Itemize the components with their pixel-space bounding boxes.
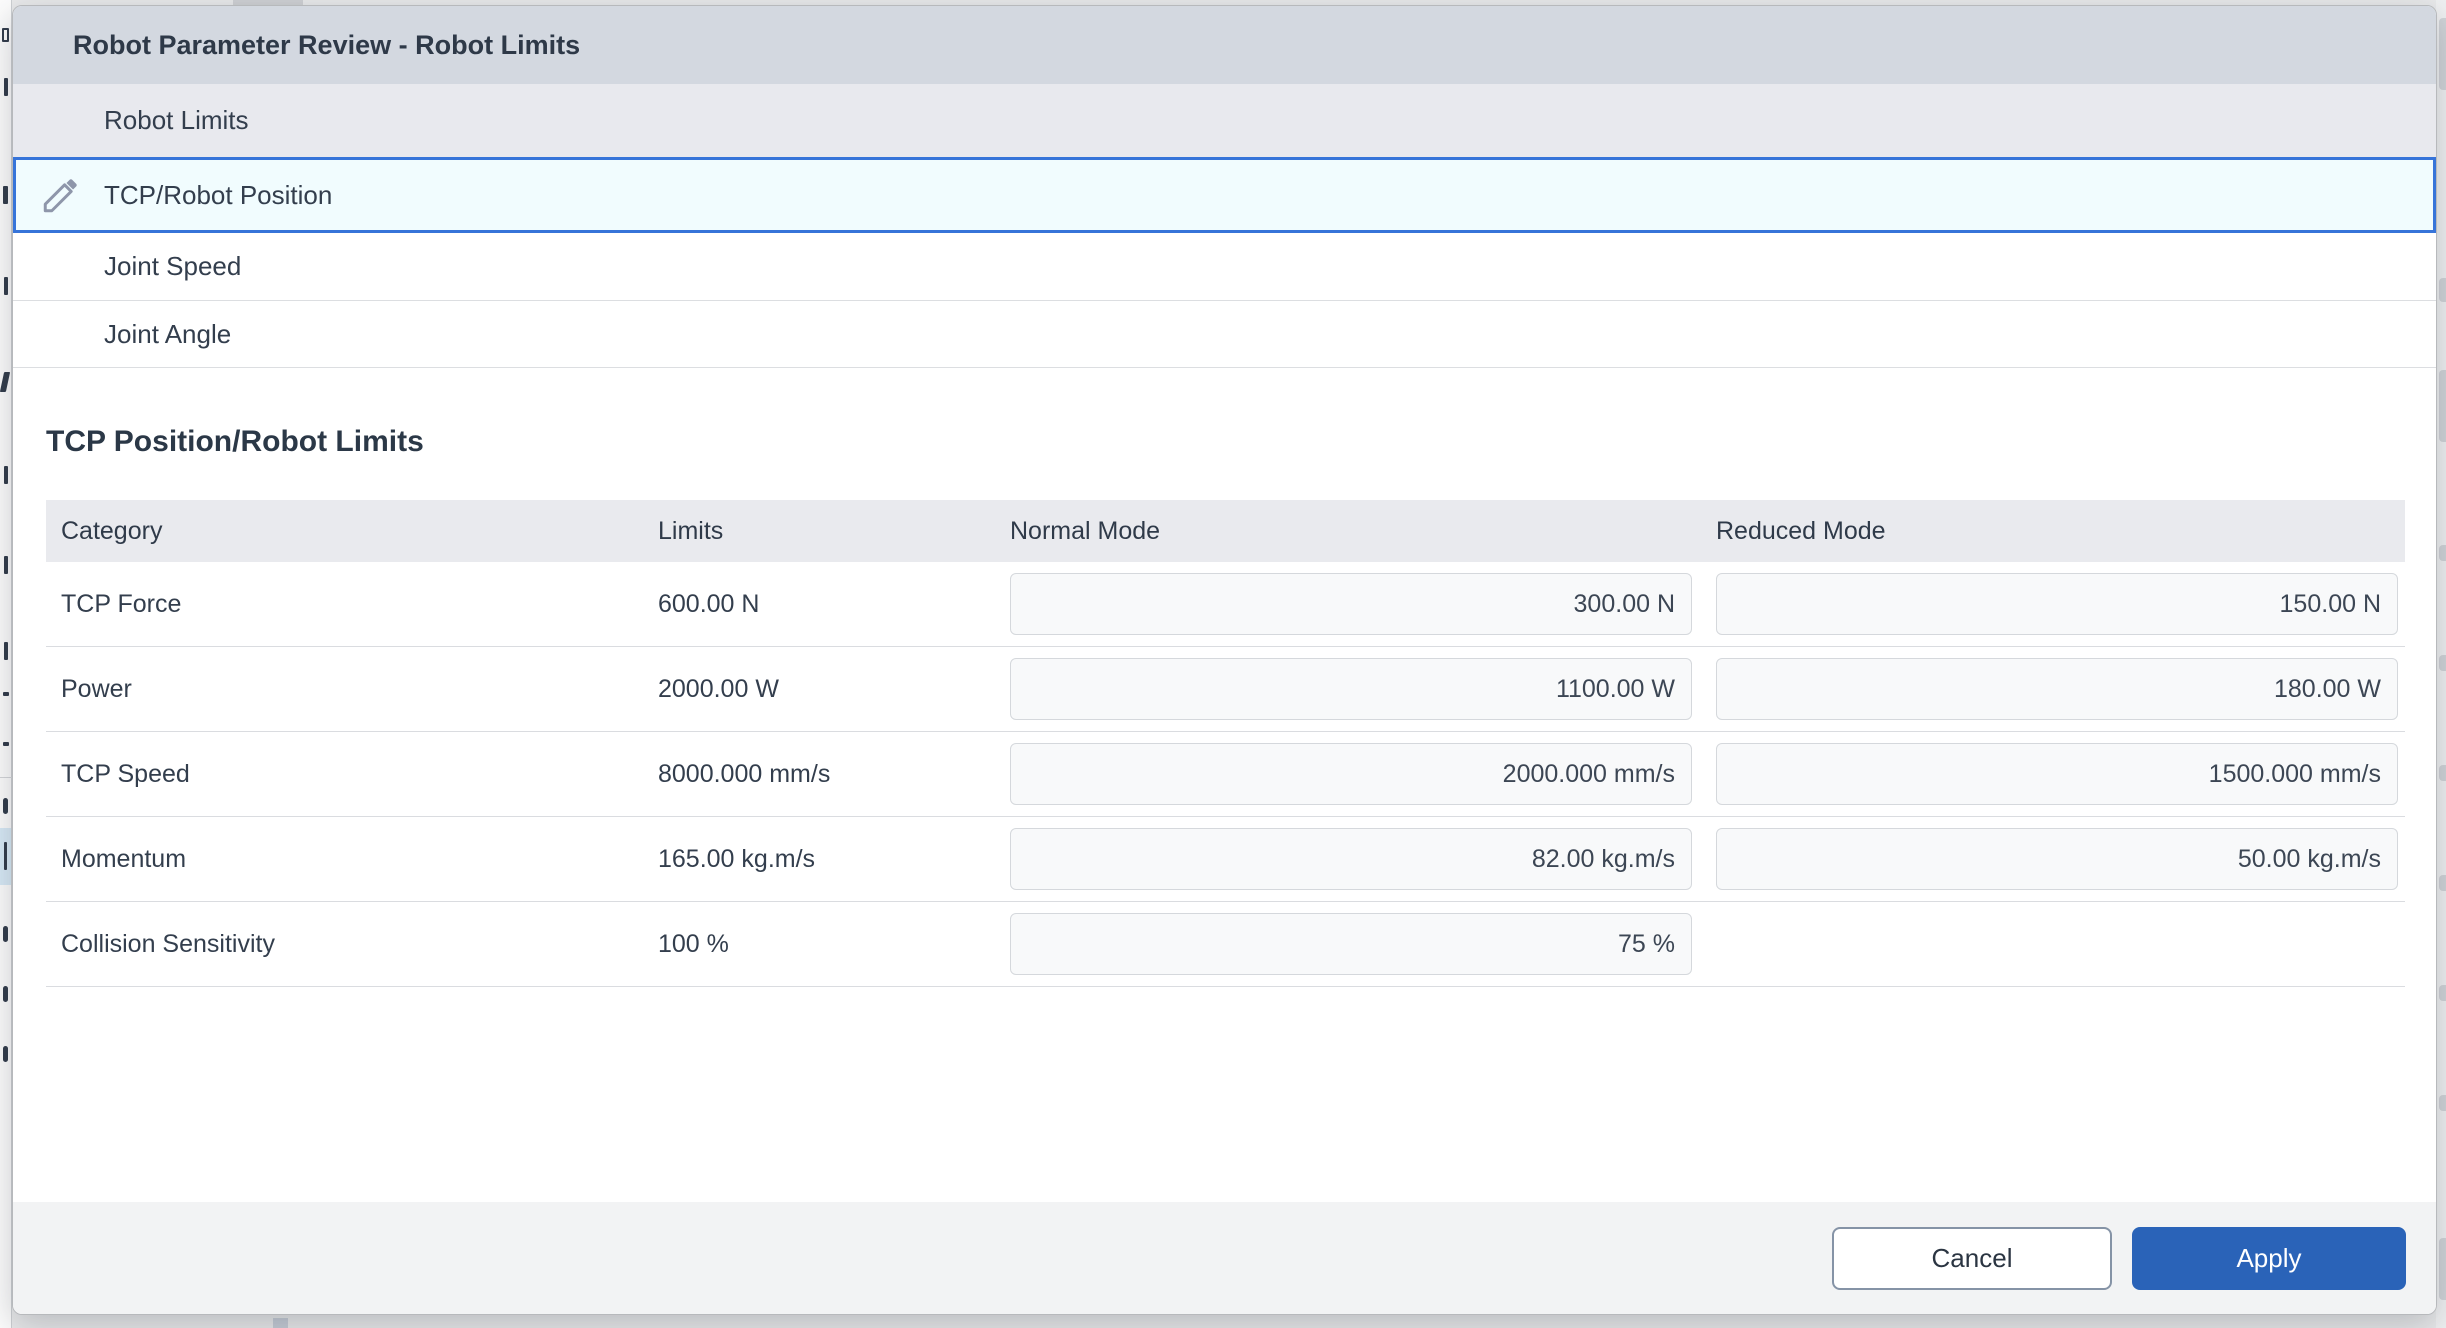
background-fragment — [4, 78, 8, 96]
dialog-content: TCP Position/Robot Limits Category Limit… — [13, 368, 2436, 1202]
table-header-row: Category Limits Normal Mode Reduced Mode — [46, 500, 2405, 562]
nav-item-robot-limits[interactable]: Robot Limits — [13, 84, 2436, 157]
limit-cell: 165.00 kg.m/s — [658, 845, 1010, 874]
background-fragment — [2439, 875, 2446, 891]
nav-item-joint-angle[interactable]: Joint Angle — [13, 301, 2436, 368]
background-fragment — [2439, 1095, 2446, 1111]
nav-item-label: Robot Limits — [104, 105, 249, 136]
background-fragment — [2, 28, 9, 42]
column-header-reduced-mode: Reduced Mode — [1716, 517, 2405, 546]
background-fragment — [2439, 1238, 2446, 1300]
background-highlight-band — [0, 828, 11, 885]
background-fragment — [0, 372, 10, 392]
column-header-normal-mode: Normal Mode — [1010, 517, 1716, 546]
normal-mode-input[interactable] — [1010, 658, 1692, 720]
background-fragment — [3, 186, 8, 204]
background-fragment — [4, 556, 8, 574]
background-fragment — [3, 742, 9, 746]
table-row-collision-sensitivity: Collision Sensitivity 100 % — [46, 902, 2405, 987]
background-fragment — [2439, 370, 2446, 442]
limits-table: Category Limits Normal Mode Reduced Mode… — [46, 500, 2405, 987]
reduced-mode-input[interactable] — [1716, 658, 2398, 720]
limit-cell: 600.00 N — [658, 590, 1010, 619]
table-row-momentum: Momentum 165.00 kg.m/s — [46, 817, 2405, 902]
background-fragment — [4, 642, 8, 660]
normal-mode-input[interactable] — [1010, 743, 1692, 805]
column-header-limits: Limits — [658, 517, 1010, 546]
background-fragment — [3, 798, 8, 814]
limit-cell: 2000.00 W — [658, 675, 1010, 704]
background-fragment — [2439, 18, 2446, 90]
dialog-titlebar: Robot Parameter Review - Robot Limits — [13, 6, 2436, 84]
parameter-nav-list: Robot Limits TCP/Robot Position Joint Sp… — [13, 84, 2436, 368]
normal-mode-input[interactable] — [1010, 913, 1692, 975]
reduced-mode-input[interactable] — [1716, 573, 2398, 635]
background-fragment — [2439, 545, 2446, 561]
dialog-title: Robot Parameter Review - Robot Limits — [73, 30, 580, 61]
background-fragment — [3, 926, 8, 942]
nav-item-tcp-robot-position[interactable]: TCP/Robot Position — [13, 157, 2436, 233]
nav-item-label: Joint Angle — [104, 319, 231, 350]
category-cell: TCP Force — [46, 590, 658, 619]
underlying-page-right-strip — [2436, 0, 2446, 1328]
background-fragment — [2439, 985, 2446, 1001]
background-fragment — [2439, 278, 2446, 302]
cancel-button[interactable]: Cancel — [1832, 1227, 2112, 1290]
background-fragment — [3, 692, 9, 696]
background-fragment — [2439, 765, 2446, 781]
category-cell: TCP Speed — [46, 760, 658, 789]
robot-parameter-dialog: Robot Parameter Review - Robot Limits Ro… — [12, 5, 2437, 1315]
category-cell: Collision Sensitivity — [46, 930, 658, 959]
table-row-tcp-force: TCP Force 600.00 N — [46, 562, 2405, 647]
background-fragment — [4, 277, 8, 295]
table-row-tcp-speed: TCP Speed 8000.000 mm/s — [46, 732, 2405, 817]
apply-button[interactable]: Apply — [2132, 1227, 2406, 1290]
underlying-page-left-strip — [0, 0, 12, 1328]
category-cell: Power — [46, 675, 658, 704]
background-fragment — [273, 1318, 288, 1328]
limit-cell: 8000.000 mm/s — [658, 760, 1010, 789]
dialog-footer: Cancel Apply — [13, 1202, 2436, 1314]
background-fragment — [3, 986, 8, 1002]
reduced-mode-input[interactable] — [1716, 828, 2398, 890]
column-header-category: Category — [46, 517, 658, 546]
background-divider — [0, 777, 12, 778]
nav-item-joint-speed[interactable]: Joint Speed — [13, 233, 2436, 301]
reduced-mode-input[interactable] — [1716, 743, 2398, 805]
nav-item-label: TCP/Robot Position — [104, 180, 332, 211]
pencil-icon — [40, 174, 82, 216]
normal-mode-input[interactable] — [1010, 573, 1692, 635]
nav-item-label: Joint Speed — [104, 251, 241, 282]
background-fragment — [2439, 655, 2446, 671]
normal-mode-input[interactable] — [1010, 828, 1692, 890]
section-heading: TCP Position/Robot Limits — [46, 424, 2403, 460]
category-cell: Momentum — [46, 845, 658, 874]
background-fragment — [4, 466, 8, 484]
background-fragment — [3, 1046, 8, 1062]
table-row-power: Power 2000.00 W — [46, 647, 2405, 732]
background-fragment — [4, 842, 7, 870]
limit-cell: 100 % — [658, 930, 1010, 959]
